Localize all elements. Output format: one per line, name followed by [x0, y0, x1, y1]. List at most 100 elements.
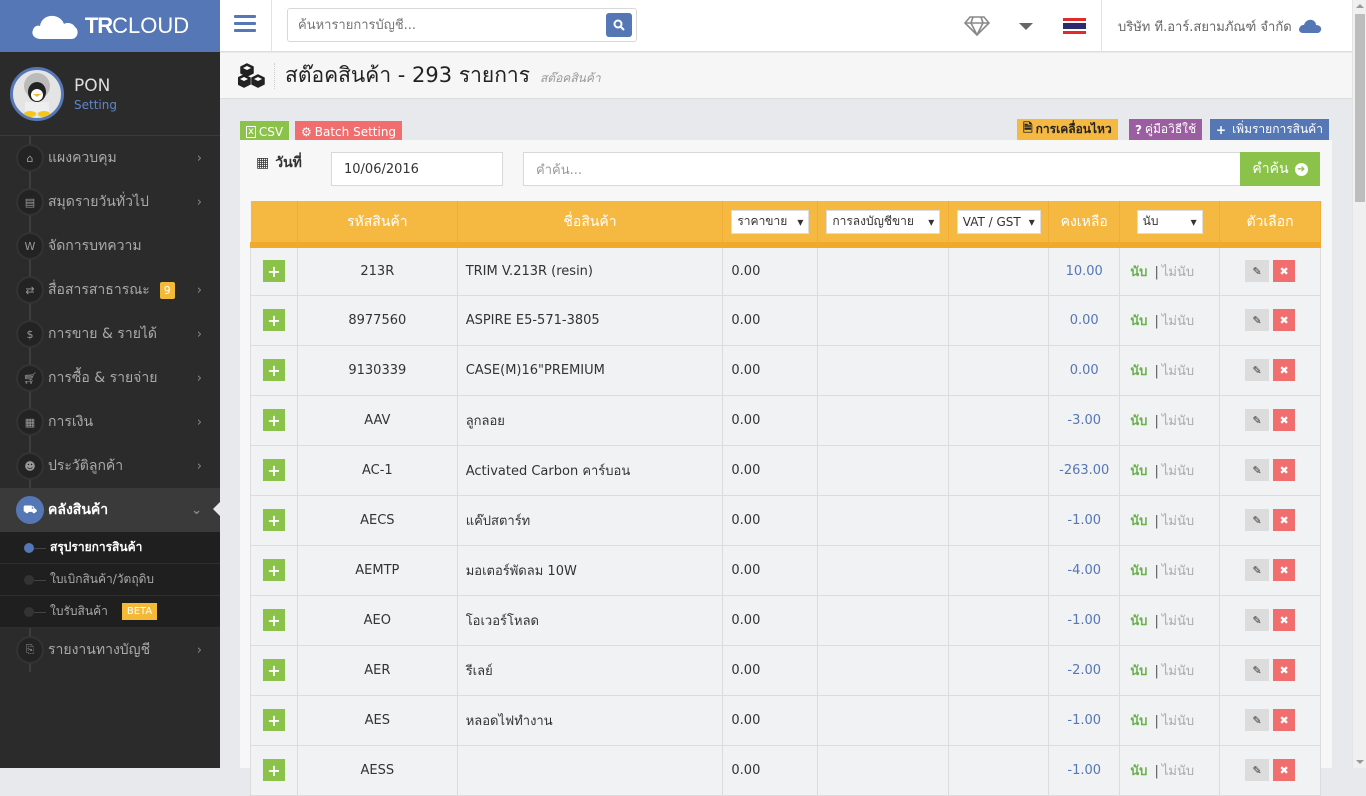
- scroll-up-arrow-icon[interactable]: [1356, 4, 1364, 8]
- nocount-link[interactable]: ไม่นับ: [1162, 664, 1194, 679]
- nocount-link[interactable]: ไม่นับ: [1162, 564, 1194, 579]
- price-select[interactable]: ราคาขาย ▾: [731, 209, 810, 234]
- nocount-link[interactable]: ไม่นับ: [1162, 314, 1194, 329]
- expand-plus-button[interactable]: +: [262, 659, 285, 681]
- hamburger-menu-icon[interactable]: [234, 15, 256, 36]
- count-link[interactable]: นับ: [1130, 414, 1147, 429]
- edit-icon[interactable]: ✎: [1245, 559, 1270, 581]
- count-link[interactable]: นับ: [1130, 564, 1147, 579]
- delete-icon[interactable]: ✖: [1273, 709, 1296, 731]
- nocount-link[interactable]: ไม่นับ: [1162, 464, 1194, 479]
- sidebar-item-dashboard[interactable]: ⌂ แผงควบคุม ›: [0, 136, 220, 180]
- delete-icon[interactable]: ✖: [1273, 459, 1296, 481]
- sidebar-item-journal[interactable]: ▤ สมุดรายวันทั่วไป ›: [0, 180, 220, 224]
- delete-icon[interactable]: ✖: [1273, 609, 1296, 631]
- movement-button[interactable]: 🗎︎ การเคลื่อนไหว: [1017, 119, 1118, 140]
- count-link[interactable]: นับ: [1130, 314, 1147, 329]
- page-scrollbar[interactable]: [1352, 0, 1366, 768]
- expand-plus-button[interactable]: +: [262, 709, 285, 731]
- nocount-link[interactable]: ไม่นับ: [1162, 514, 1194, 529]
- nocount-link[interactable]: ไม่นับ: [1162, 614, 1194, 629]
- delete-icon[interactable]: ✖: [1273, 260, 1296, 283]
- dropdown-caret-icon[interactable]: [1019, 0, 1033, 52]
- diamond-icon[interactable]: [964, 0, 990, 52]
- edit-icon[interactable]: ✎: [1245, 359, 1270, 381]
- count-link[interactable]: นับ: [1130, 364, 1147, 379]
- expand-plus-button[interactable]: +: [262, 559, 285, 581]
- add-product-button[interactable]: + เพิ่มรายการสินค้า: [1210, 119, 1329, 140]
- count-select[interactable]: นับ ▾: [1136, 209, 1203, 234]
- delete-icon[interactable]: ✖: [1273, 759, 1296, 781]
- edit-icon[interactable]: ✎: [1245, 459, 1270, 481]
- count-link[interactable]: นับ: [1130, 514, 1147, 529]
- query-input[interactable]: คำค้น...: [523, 152, 1241, 186]
- date-input[interactable]: 10/06/2016: [331, 152, 503, 186]
- account-select[interactable]: การลงบัญชีขาย ▾: [826, 209, 941, 234]
- brand-logo[interactable]: TR CLOUD: [0, 0, 220, 52]
- expand-plus-button[interactable]: +: [262, 459, 285, 481]
- edit-icon[interactable]: ✎: [1245, 409, 1270, 431]
- vat-select[interactable]: VAT / GST ▾: [956, 209, 1041, 234]
- scroll-down-arrow-icon[interactable]: [1356, 760, 1364, 764]
- expand-plus-button[interactable]: +: [262, 260, 285, 283]
- search-input[interactable]: [288, 9, 588, 41]
- query-search-button[interactable]: คำค้น ➜: [1240, 152, 1320, 186]
- sidebar-item-inventory[interactable]: ⛟ คลังสินค้า ⌄: [0, 488, 220, 532]
- manual-label: คู่มือวิธีใช้: [1144, 122, 1197, 136]
- brand-bold: TR: [84, 13, 113, 38]
- search-button[interactable]: [606, 13, 632, 37]
- setting-link[interactable]: Setting: [74, 98, 117, 112]
- expand-plus-button[interactable]: +: [262, 509, 285, 531]
- csv-button[interactable]: x CSV: [240, 121, 290, 142]
- scrollbar-thumb[interactable]: [1355, 14, 1365, 202]
- edit-icon[interactable]: ✎: [1245, 260, 1270, 283]
- subitem-product-summary[interactable]: สรุปรายการสินค้า: [0, 532, 220, 564]
- edit-icon[interactable]: ✎: [1245, 759, 1270, 781]
- nocount-link[interactable]: ไม่นับ: [1162, 364, 1194, 379]
- sidebar-item-communication[interactable]: ⇄ สื่อสารสาธารณะ 9 ›: [0, 268, 220, 312]
- count-link[interactable]: นับ: [1130, 265, 1147, 280]
- nocount-link[interactable]: ไม่นับ: [1162, 265, 1194, 280]
- avatar[interactable]: [10, 66, 64, 121]
- expand-plus-button[interactable]: +: [262, 309, 285, 331]
- delete-icon[interactable]: ✖: [1273, 509, 1296, 531]
- header-balance[interactable]: คงเหลือ: [1048, 201, 1121, 245]
- thai-flag-icon[interactable]: [1063, 0, 1086, 52]
- subitem-requisition[interactable]: ใบเบิกสินค้า/วัตถุดิบ: [0, 564, 220, 596]
- expand-plus-button[interactable]: +: [262, 759, 285, 781]
- delete-icon[interactable]: ✖: [1273, 409, 1296, 431]
- count-link[interactable]: นับ: [1130, 464, 1147, 479]
- nocount-link[interactable]: ไม่นับ: [1162, 764, 1194, 779]
- sidebar-item-purchases[interactable]: 🛒︎ การซื้อ & รายจ่าย ›: [0, 356, 220, 400]
- sidebar-item-sales[interactable]: $ การขาย & รายได้ ›: [0, 312, 220, 356]
- edit-icon[interactable]: ✎: [1245, 609, 1270, 631]
- edit-icon[interactable]: ✎: [1245, 309, 1270, 331]
- edit-icon[interactable]: ✎: [1245, 509, 1270, 531]
- sidebar-item-articles[interactable]: W จัดการบทความ: [0, 224, 220, 268]
- delete-icon[interactable]: ✖: [1273, 359, 1296, 381]
- company-menu[interactable]: บริษัท ที.อาร์.สยามภัณฑ์ จำกัด: [1118, 0, 1322, 52]
- delete-icon[interactable]: ✖: [1273, 559, 1296, 581]
- nocount-link[interactable]: ไม่นับ: [1162, 714, 1194, 729]
- sidebar-item-finance[interactable]: ▦ การเงิน ›: [0, 400, 220, 444]
- batch-setting-button[interactable]: ⚙ Batch Setting: [295, 121, 403, 142]
- edit-icon[interactable]: ✎: [1245, 709, 1270, 731]
- nocount-link[interactable]: ไม่นับ: [1162, 414, 1194, 429]
- count-link[interactable]: นับ: [1130, 714, 1147, 729]
- vat-cell: [948, 344, 1050, 396]
- header-code[interactable]: รหัสสินค้า: [297, 201, 458, 245]
- manual-button[interactable]: ? คู่มือวิธีใช้: [1129, 119, 1203, 140]
- header-name[interactable]: ชื่อสินค้า: [457, 201, 724, 245]
- count-link[interactable]: นับ: [1130, 664, 1147, 679]
- count-link[interactable]: นับ: [1130, 764, 1147, 779]
- delete-icon[interactable]: ✖: [1273, 309, 1296, 331]
- expand-plus-button[interactable]: +: [262, 409, 285, 431]
- sidebar-item-customers[interactable]: ☻ ประวัติลูกค้า ›: [0, 444, 220, 488]
- count-link[interactable]: นับ: [1130, 614, 1147, 629]
- delete-icon[interactable]: ✖: [1273, 659, 1296, 681]
- subitem-goods-receipt[interactable]: ใบรับสินค้า BETA: [0, 596, 220, 628]
- sidebar-item-reports[interactable]: ⎘ รายงานทางบัญชี ›: [0, 628, 220, 672]
- expand-plus-button[interactable]: +: [262, 359, 285, 381]
- edit-icon[interactable]: ✎: [1245, 659, 1270, 681]
- expand-plus-button[interactable]: +: [262, 609, 285, 631]
